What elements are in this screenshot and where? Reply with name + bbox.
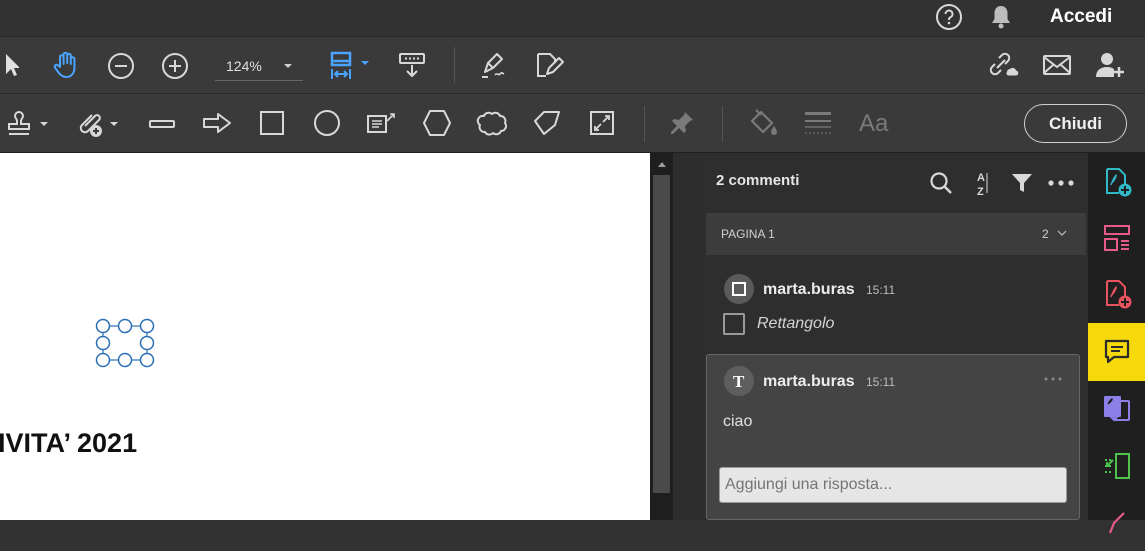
comment-time: 15:11 (866, 283, 896, 297)
svg-text:A: A (977, 172, 985, 184)
fit-page-icon[interactable] (326, 49, 372, 81)
page-group-count: 2 (1042, 227, 1049, 241)
comment-card-selected[interactable]: T marta.buras 15:11 ciao (706, 354, 1080, 520)
line-tool-icon[interactable] (146, 110, 178, 138)
document-heading: IVITA’ 2021 (0, 428, 138, 458)
organize-pages-icon (1103, 225, 1130, 251)
line-weight-icon[interactable] (802, 108, 834, 138)
area-tool-icon[interactable] (586, 108, 618, 138)
comment-body: ciao (723, 413, 753, 430)
comments-count: 2 commenti (716, 172, 800, 189)
toolbar-divider (722, 106, 723, 142)
scroll-up-arrow-icon[interactable] (656, 159, 667, 169)
rail-compress-pdf[interactable] (1088, 437, 1145, 495)
zoom-in-icon[interactable] (160, 51, 190, 81)
close-tool-button[interactable]: Chiudi (1024, 104, 1127, 143)
comment-toolbar: Aa Chiudi (0, 94, 1145, 153)
text-t-icon: T (733, 373, 745, 389)
hand-tool-icon[interactable] (50, 49, 82, 81)
comments-panel: 2 commenti AZ PAGINA 1 2 marta.buras 15:… (700, 153, 1088, 520)
callout-tool-icon[interactable] (364, 108, 400, 138)
comment-author: marta.buras (763, 373, 855, 390)
zoom-value: 124% (226, 58, 262, 74)
toolbar-divider (454, 47, 455, 83)
scrollbar-thumb[interactable] (653, 175, 670, 493)
oval-tool-icon[interactable] (311, 108, 343, 138)
scroll-mode-icon[interactable] (396, 49, 428, 81)
toolbar-divider (644, 106, 645, 142)
compress-pdf-icon (1104, 453, 1130, 479)
help-icon[interactable] (934, 2, 964, 32)
create-pdf-icon (1105, 168, 1131, 197)
edit-pen-icon (1108, 512, 1125, 534)
document-scrollbar[interactable] (650, 153, 673, 520)
fill-color-icon[interactable] (746, 108, 780, 138)
rail-organize-pages[interactable] (1088, 209, 1145, 267)
bell-icon[interactable] (987, 2, 1015, 32)
filter-icon[interactable] (1009, 170, 1035, 196)
mail-icon[interactable] (1041, 51, 1073, 79)
rectangle-annotation-selection[interactable] (94, 318, 158, 370)
signin-link[interactable]: Accedi (1050, 6, 1112, 28)
svg-text:Z: Z (977, 186, 984, 197)
svg-text:Aa: Aa (859, 110, 889, 136)
chevron-down-icon (283, 62, 293, 70)
comment-body: Rettangolo (757, 315, 835, 332)
cloud-tool-icon[interactable] (474, 108, 510, 138)
reply-input[interactable] (719, 467, 1067, 503)
add-user-icon[interactable] (1093, 49, 1129, 81)
more-options-icon[interactable] (1046, 173, 1076, 193)
main-toolbar: 124% (0, 37, 1145, 94)
rail-create-pdf[interactable] (1088, 153, 1145, 211)
text-properties-icon[interactable]: Aa (856, 106, 892, 138)
select-cursor-icon[interactable] (0, 50, 22, 80)
comment-author: marta.buras (763, 281, 855, 298)
rail-combine-files[interactable] (1088, 379, 1145, 437)
comment-icon (1104, 339, 1129, 364)
rail-comment[interactable] (1088, 323, 1145, 381)
page-group-label: PAGINA 1 (721, 227, 775, 241)
combine-files-icon (1103, 396, 1130, 422)
share-link-icon[interactable] (984, 49, 1020, 81)
comment-time: 15:11 (866, 375, 896, 389)
attach-file-icon[interactable] (76, 108, 122, 140)
top-bar: Accedi (0, 0, 1145, 37)
zoom-dropdown[interactable]: 124% (215, 53, 303, 81)
comment-more-icon[interactable] (1043, 373, 1063, 385)
svg-text:T: T (733, 373, 745, 389)
document-canvas[interactable]: IVITA’ 2021 (0, 153, 650, 520)
checkbox[interactable] (723, 313, 745, 335)
panel-gutter (673, 153, 700, 520)
chevron-down-icon (1056, 228, 1068, 238)
polygon-tool-icon[interactable] (420, 108, 454, 138)
rail-export-pdf[interactable] (1088, 265, 1145, 323)
stamp-icon[interactable] (6, 108, 52, 140)
fill-sign-icon[interactable] (532, 49, 566, 81)
search-icon[interactable] (928, 169, 954, 197)
polyline-tool-icon[interactable] (530, 108, 564, 138)
export-pdf-icon (1105, 280, 1131, 309)
rectangle-tool-icon[interactable] (256, 108, 288, 138)
comment-card[interactable]: marta.buras 15:11 Rettangolo (706, 263, 1086, 343)
close-label: Chiudi (1049, 113, 1102, 133)
page-group-header[interactable]: PAGINA 1 2 (706, 213, 1086, 255)
rectangle-icon (732, 282, 746, 296)
rail-edit-pdf[interactable] (1088, 493, 1145, 551)
sign-pen-icon[interactable] (478, 49, 510, 81)
arrow-tool-icon[interactable] (200, 108, 234, 138)
pin-icon[interactable] (666, 108, 698, 138)
tools-rail (1088, 153, 1145, 534)
zoom-out-icon[interactable] (106, 51, 136, 81)
avatar: T (724, 366, 754, 396)
avatar (724, 274, 754, 304)
sort-az-icon[interactable]: AZ (972, 167, 992, 199)
